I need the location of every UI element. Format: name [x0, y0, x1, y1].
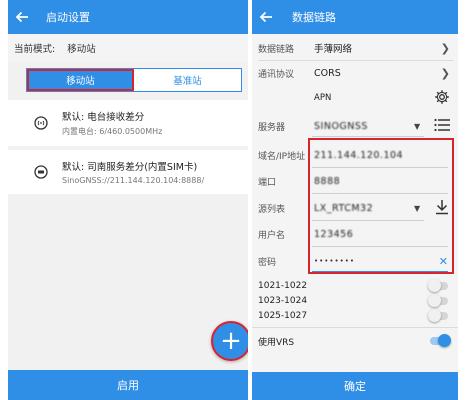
- password-input[interactable]: ••••••••: [314, 257, 355, 265]
- server-row[interactable]: 服务器 SINOGNSS ▼: [252, 116, 458, 136]
- data-link-row[interactable]: 数据链路 手薄网络 ❯: [252, 38, 458, 58]
- network-diff-subtitle: SinoGNSS://211.144.120.104:8888/: [62, 176, 205, 185]
- username-row: 用户名 123456: [252, 225, 458, 243]
- protocol-label: 通讯协议: [258, 69, 295, 80]
- back-arrow-icon: [259, 11, 272, 23]
- back-button[interactable]: [8, 0, 36, 34]
- domain-row: 域名/IP地址 211.144.120.104: [252, 146, 458, 164]
- back-arrow-icon: [15, 11, 28, 23]
- radio-signal-icon: [34, 116, 48, 130]
- dropdown-arrow-icon: ▼: [414, 122, 421, 131]
- toggle-1023[interactable]: [428, 294, 448, 307]
- confirm-button[interactable]: 确定: [252, 372, 458, 400]
- gear-icon[interactable]: [434, 89, 450, 108]
- network-diff-card[interactable]: 默认: 司南服务差分(内置SIM卡) SinoGNSS://211.144.12…: [8, 150, 248, 194]
- password-row: 密码 •••••••• ✕: [252, 252, 458, 270]
- screen-title: 启动设置: [46, 11, 90, 24]
- plus-icon: +: [220, 326, 242, 356]
- server-label: 服务器: [258, 122, 286, 133]
- source-value: LX_RTCM32: [314, 202, 374, 214]
- current-mode-row: 当前模式: 移动站: [8, 34, 248, 62]
- tab-base[interactable]: 基准站: [134, 69, 241, 91]
- current-mode-value: 移动站: [67, 44, 96, 55]
- msg-row-1023: 1023-1024: [252, 294, 458, 308]
- network-diff-text: 默认: 司南服务差分(内置SIM卡) SinoGNSS://211.144.12…: [62, 159, 204, 185]
- msg-label: 1021-1022: [258, 281, 308, 291]
- radio-diff-subtitle: 内置电台: 6/460.0500MHz: [62, 127, 163, 136]
- port-input[interactable]: 8888: [314, 176, 340, 187]
- dropdown-arrow-icon: ▼: [414, 204, 421, 213]
- username-label: 用户名: [258, 230, 286, 241]
- current-mode-label: 当前模式:: [14, 44, 56, 55]
- vrs-row: 使用VRS: [252, 333, 458, 349]
- underline: [312, 136, 424, 137]
- domain-label: 域名/IP地址: [258, 151, 306, 162]
- toggle-knob: [438, 334, 451, 347]
- underline: [312, 193, 448, 194]
- radio-diff-card[interactable]: 默认: 电台接收差分 内置电台: 6/460.0500MHz: [8, 100, 248, 146]
- screen-title: 数据链路: [292, 11, 336, 24]
- port-label: 端口: [258, 177, 277, 188]
- source-label: 源列表: [258, 204, 286, 215]
- top-app-bar: 数据链路: [252, 0, 458, 34]
- password-label: 密码: [258, 257, 277, 268]
- tab-rover[interactable]: 移动站: [27, 69, 134, 91]
- back-button[interactable]: [252, 0, 280, 34]
- top-app-bar: 启动设置: [8, 0, 248, 34]
- radio-diff-text: 默认: 电台接收差分 内置电台: 6/460.0500MHz: [62, 109, 162, 137]
- toggle-knob: [428, 279, 441, 292]
- add-fab-button[interactable]: +: [211, 321, 248, 361]
- underline: [312, 246, 448, 247]
- toggle-knob: [428, 309, 441, 322]
- server-value: SINOGNSS: [314, 120, 368, 132]
- chevron-right-icon: ❯: [440, 41, 450, 55]
- underline: [312, 220, 424, 221]
- screenshot-root: 启动设置 当前模式: 移动站 移动站 基准站 默认: 电台接收差分 内置电台: …: [0, 0, 476, 400]
- msg-row-1021: 1021-1022: [252, 279, 458, 293]
- source-row[interactable]: 源列表 LX_RTCM32 ▼: [252, 198, 458, 218]
- protocol-row[interactable]: 通讯协议 CORS ❯: [252, 63, 458, 83]
- network-diff-title: 默认: 司南服务差分(内置SIM卡): [62, 162, 198, 173]
- apn-label: APN: [314, 93, 332, 103]
- underline: [312, 167, 448, 168]
- data-link-label: 数据链路: [258, 44, 295, 55]
- radio-diff-title: 默认: 电台接收差分: [62, 112, 145, 123]
- enable-button[interactable]: 启用: [8, 370, 248, 400]
- chevron-right-icon: ❯: [440, 66, 450, 80]
- msg-row-1025: 1025-1027: [252, 309, 458, 323]
- divider: [252, 327, 458, 328]
- clear-icon[interactable]: ✕: [439, 255, 448, 268]
- port-row: 端口 8888: [252, 172, 458, 190]
- msg-label: 1023-1024: [258, 296, 308, 306]
- toggle-1025[interactable]: [428, 309, 448, 322]
- divider: [258, 60, 454, 61]
- vrs-label: 使用VRS: [258, 337, 295, 348]
- data-link-value: 手薄网络: [314, 44, 353, 55]
- toggle-knob: [428, 294, 441, 307]
- protocol-value: CORS: [314, 67, 341, 79]
- focused-underline: [312, 271, 448, 272]
- msg-label: 1025-1027: [258, 311, 308, 321]
- vrs-toggle[interactable]: [430, 334, 451, 347]
- toggle-1021[interactable]: [428, 279, 448, 292]
- sim-network-icon: [34, 165, 48, 179]
- startup-settings-screen: 启动设置 当前模式: 移动站 移动站 基准站 默认: 电台接收差分 内置电台: …: [8, 0, 248, 400]
- data-link-screen: 数据链路 数据链路 手薄网络 ❯ 通讯协议 CORS ❯ APN 服务器 SIN…: [252, 0, 458, 400]
- apn-row: APN: [252, 88, 458, 108]
- download-icon[interactable]: [434, 199, 450, 218]
- username-input[interactable]: 123456: [314, 229, 353, 240]
- list-icon[interactable]: [434, 118, 450, 135]
- mode-segmented-control: 移动站 基准站: [26, 68, 242, 92]
- domain-input[interactable]: 211.144.120.104: [314, 150, 403, 161]
